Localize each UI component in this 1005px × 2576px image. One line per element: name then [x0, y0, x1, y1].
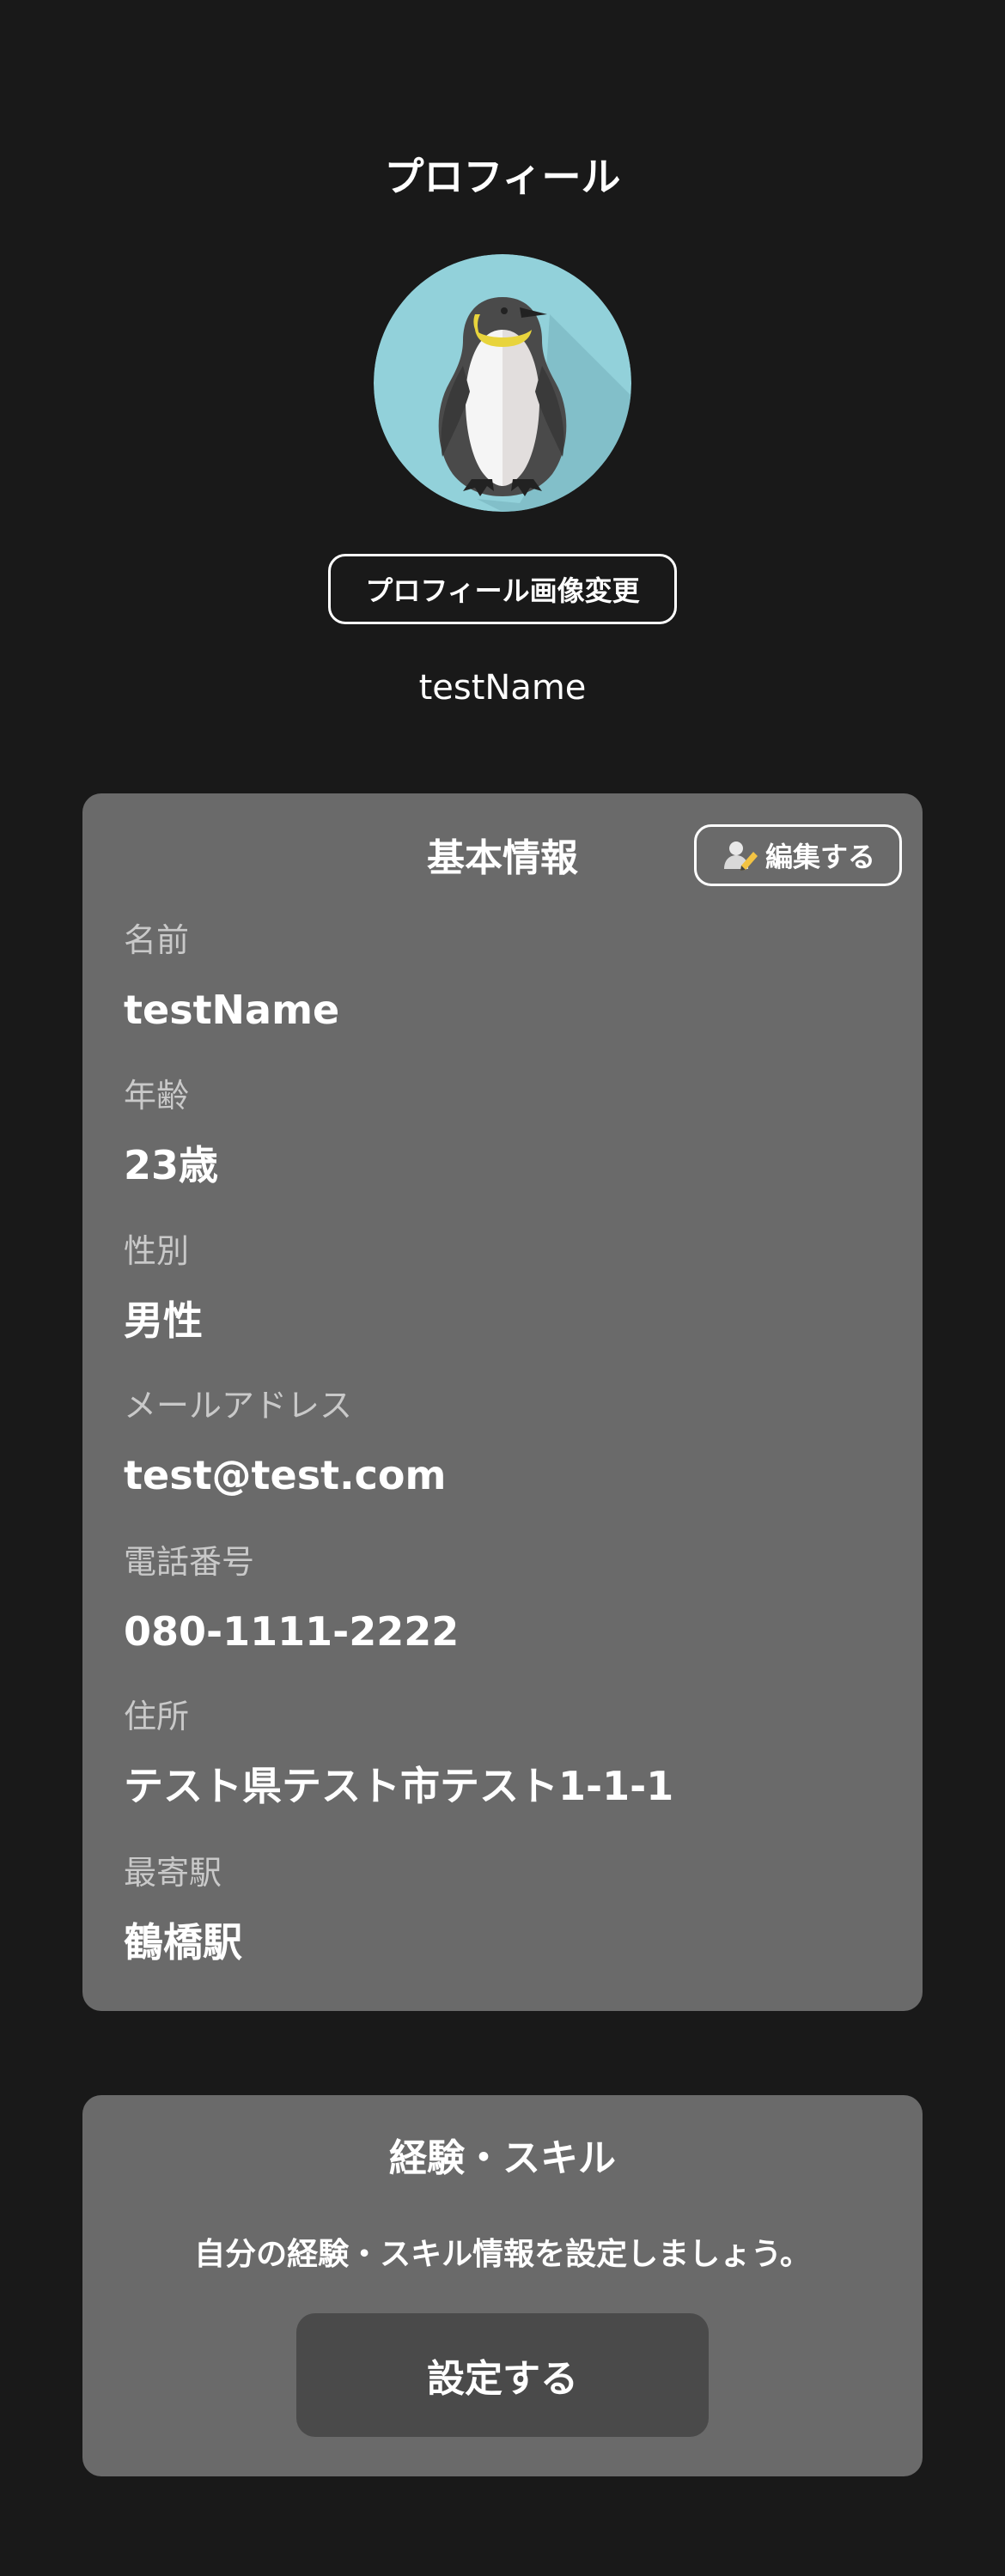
email-value: test@test.com [124, 1452, 447, 1498]
setup-skills-button[interactable]: 設定する [296, 2313, 709, 2437]
avatar [374, 254, 631, 512]
skills-title: 経験・スキル [389, 2136, 616, 2180]
skills-description: 自分の経験・スキル情報を設定しましょう。 [194, 2237, 811, 2272]
gender-value: 男性 [124, 1297, 203, 1344]
profile-display-name: testName [418, 668, 587, 708]
skills-card: 経験・スキル 自分の経験・スキル情報を設定しましょう。 設定する [82, 2095, 923, 2476]
phone-label: 電話番号 [124, 1543, 255, 1581]
gender-label: 性別 [124, 1232, 190, 1270]
basic-info-card: 基本情報 編集する 名前 testName 年齢 23歳 性別 男性 メールアド… [82, 793, 923, 2011]
email-label: メールアドレス [124, 1387, 353, 1425]
name-label: 名前 [124, 921, 190, 959]
age-value: 23歳 [124, 1142, 219, 1188]
penguin-icon [374, 254, 631, 512]
age-label: 年齢 [124, 1077, 190, 1115]
address-label: 住所 [124, 1698, 190, 1735]
page-title: プロフィール [384, 154, 621, 200]
address-value: テスト県テスト市テスト1-1-1 [124, 1763, 674, 1809]
edit-button-label: 編集する [764, 841, 875, 873]
user-edit-icon [723, 841, 758, 871]
name-value: testName [124, 987, 340, 1033]
phone-value: 080-1111-2222 [124, 1608, 460, 1655]
nearest-station-label: 最寄駅 [124, 1854, 222, 1892]
change-profile-photo-button[interactable]: プロフィール画像変更 [328, 554, 677, 624]
edit-basic-info-button[interactable]: 編集する [694, 824, 902, 886]
nearest-station-value: 鶴橋駅 [124, 1919, 242, 1965]
